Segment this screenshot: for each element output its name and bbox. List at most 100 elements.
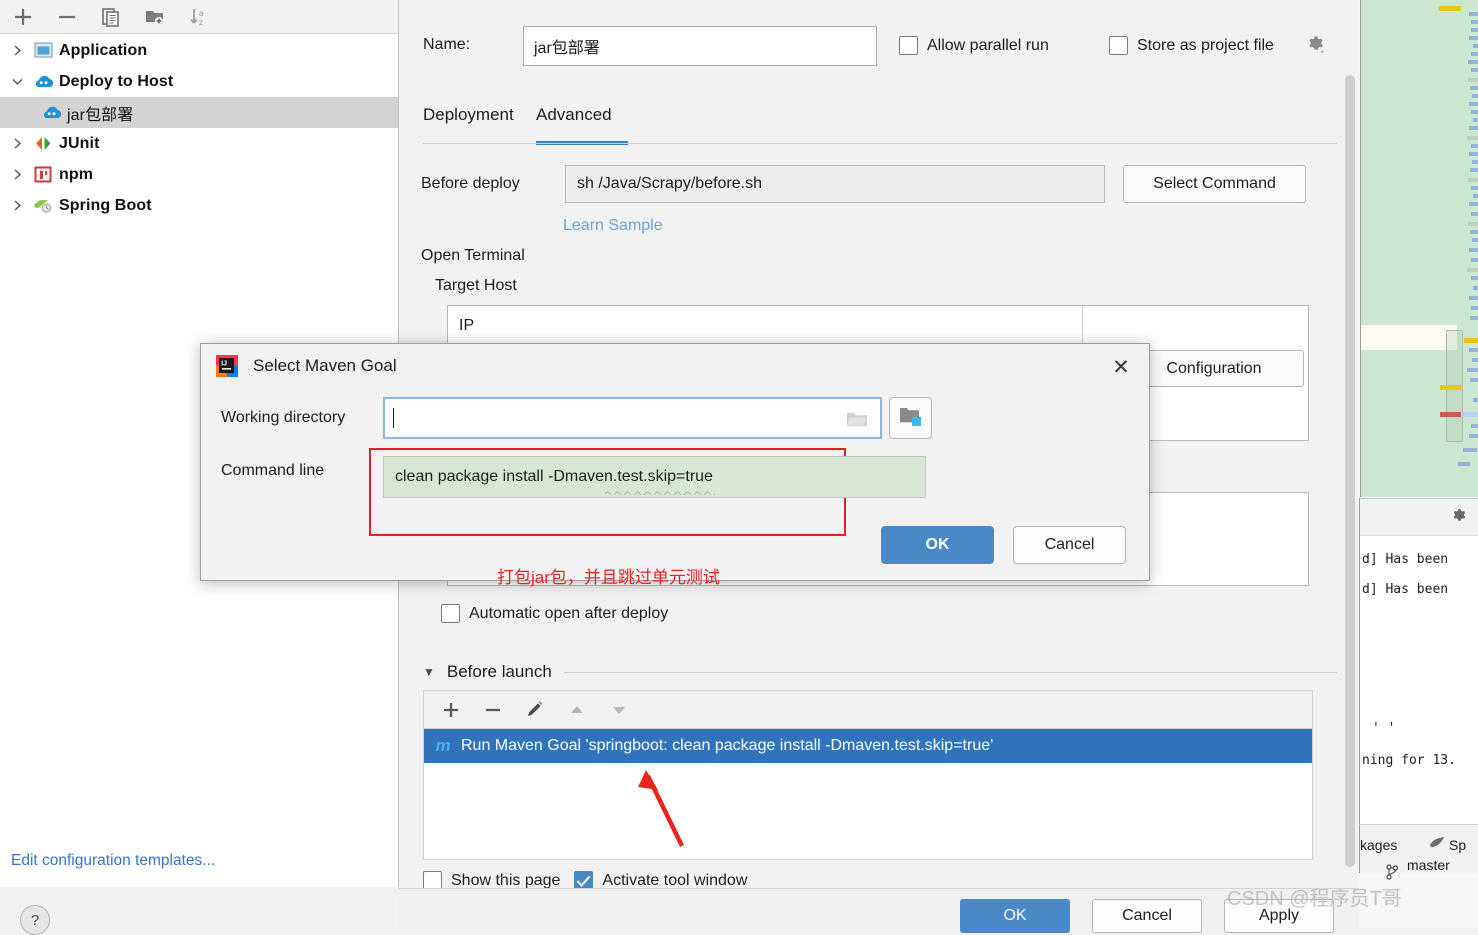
- select-command-button[interactable]: Select Command: [1123, 165, 1306, 203]
- dialog-title: Select Maven Goal: [253, 356, 397, 375]
- remove-task-icon[interactable]: [480, 697, 506, 723]
- sort-alphabetically-icon[interactable]: az: [182, 3, 216, 31]
- configuration-button[interactable]: Configuration: [1124, 350, 1304, 387]
- table-header-ip: IP: [459, 317, 475, 334]
- tree-item-label: npm: [59, 165, 94, 183]
- activate-tool-window-label: Activate tool window: [602, 871, 748, 889]
- target-host-label: Target Host: [435, 277, 517, 294]
- text-caret: [393, 408, 394, 428]
- tree-item-deploy-to-host[interactable]: Deploy to Host: [0, 66, 398, 97]
- before-launch-task-list[interactable]: m Run Maven Goal 'springboot: clean pack…: [423, 728, 1313, 860]
- before-deploy-label: Before deploy: [421, 175, 520, 192]
- chevron-down-icon[interactable]: [4, 75, 30, 88]
- allow-parallel-run-label: Allow parallel run: [927, 36, 1049, 54]
- before-launch-task-label: Run Maven Goal 'springboot: clean packag…: [461, 737, 994, 754]
- npm-icon: [30, 164, 56, 186]
- tab-advanced[interactable]: Advanced: [536, 105, 612, 135]
- console-line: d] Has been: [1362, 582, 1449, 597]
- console-toolbar: [1360, 499, 1478, 536]
- add-icon[interactable]: [6, 3, 40, 31]
- tree-item-label: JUnit: [59, 134, 100, 152]
- packages-label[interactable]: kages: [1360, 837, 1397, 853]
- gear-icon[interactable]: [1450, 507, 1469, 530]
- tab-deployment[interactable]: Deployment: [423, 105, 514, 135]
- automatic-open-after-deploy-checkbox[interactable]: Automatic open after deploy: [441, 604, 668, 623]
- spring-label[interactable]: Sp: [1449, 837, 1466, 853]
- working-directory-input[interactable]: [383, 397, 882, 439]
- store-as-project-file-label: Store as project file: [1137, 36, 1274, 54]
- folder-browse-icon[interactable]: [846, 410, 868, 433]
- intellij-idea-icon: IJ: [215, 354, 239, 378]
- maven-icon: m: [435, 736, 451, 755]
- tree-item-spring-boot[interactable]: Spring Boot: [0, 190, 398, 221]
- chevron-right-icon[interactable]: [4, 137, 30, 150]
- select-module-button[interactable]: [889, 397, 932, 439]
- edit-configuration-templates-link[interactable]: Edit configuration templates...: [11, 852, 215, 870]
- cloud-icon: [38, 102, 64, 124]
- before-launch-toolbar: [423, 690, 1313, 728]
- chevron-right-icon[interactable]: [4, 44, 30, 57]
- cloud-icon: [30, 71, 56, 93]
- tab-bar: Deployment Advanced: [423, 105, 1337, 145]
- sidebar-toolbar: az: [0, 0, 398, 34]
- help-icon[interactable]: ?: [20, 905, 50, 935]
- automatic-open-after-deploy-label: Automatic open after deploy: [469, 604, 669, 622]
- dialog-ok-button[interactable]: OK: [881, 526, 994, 564]
- checkbox-box[interactable]: [899, 36, 918, 55]
- close-icon[interactable]: ✕: [1109, 355, 1133, 379]
- dialog-cancel-button[interactable]: Cancel: [1013, 526, 1126, 564]
- tree-item-jar-deploy[interactable]: jar包部署: [0, 97, 398, 128]
- spring-boot-icon: [30, 195, 56, 217]
- tree-item-junit[interactable]: JUnit: [0, 128, 398, 159]
- editor-right-edge: d] Has been d] Has been ' ' ning for 13.…: [1359, 0, 1478, 928]
- tree-item-label: Application: [59, 41, 148, 59]
- store-as-project-file-checkbox[interactable]: Store as project file: [1109, 36, 1274, 55]
- before-launch-header: ▼ Before launch: [423, 660, 1337, 684]
- chevron-right-icon[interactable]: [4, 168, 30, 181]
- command-line-label: Command line: [221, 462, 325, 479]
- checkbox-box[interactable]: [441, 604, 460, 623]
- application-icon: [30, 40, 56, 62]
- dialog-titlebar: IJ Select Maven Goal: [215, 354, 397, 378]
- tree-item-label: Deploy to Host: [59, 72, 174, 90]
- name-input[interactable]: jar包部署: [523, 26, 877, 66]
- checkbox-box[interactable]: [1109, 36, 1128, 55]
- new-folder-icon[interactable]: [138, 3, 172, 31]
- main-panel-scrollbar[interactable]: [1343, 65, 1356, 867]
- git-branch-icon: [1386, 864, 1399, 884]
- copy-icon[interactable]: [94, 3, 128, 31]
- tree-item-npm[interactable]: npm: [0, 159, 398, 190]
- edit-task-icon[interactable]: [522, 697, 548, 723]
- console-line: ning for 13.: [1362, 753, 1456, 768]
- configuration-tree: Application Deploy to Host jar包部署 JUnit …: [0, 35, 398, 221]
- move-down-icon[interactable]: [606, 697, 632, 723]
- editor-minimap[interactable]: [1360, 0, 1478, 497]
- console-panel[interactable]: d] Has been d] Has been ' ' ning for 13.: [1359, 498, 1478, 824]
- tree-item-application[interactable]: Application: [0, 35, 398, 66]
- svg-text:a: a: [199, 9, 204, 18]
- chevron-right-icon[interactable]: [4, 199, 30, 212]
- svg-text:z: z: [199, 18, 203, 27]
- git-branch-label[interactable]: master: [1407, 857, 1450, 873]
- tab-divider: [423, 143, 1337, 144]
- add-task-icon[interactable]: [438, 697, 464, 723]
- select-maven-goal-dialog: IJ Select Maven Goal ✕ Working directory…: [200, 343, 1150, 581]
- move-up-icon[interactable]: [564, 697, 590, 723]
- console-line: ' ': [1372, 721, 1396, 736]
- tree-item-label: Spring Boot: [59, 196, 152, 214]
- status-bar: kages Sp master: [1359, 824, 1478, 880]
- learn-sample-link[interactable]: Learn Sample: [563, 217, 663, 235]
- allow-parallel-run-checkbox[interactable]: Allow parallel run: [899, 36, 1049, 55]
- before-launch-title: Before launch: [446, 662, 552, 681]
- remove-icon[interactable]: [50, 3, 84, 31]
- folder-module-icon: [899, 406, 923, 431]
- spellcheck-squiggle: [604, 482, 716, 497]
- gear-icon[interactable]: [1305, 34, 1327, 60]
- scrollbar-thumb[interactable]: [1345, 75, 1355, 867]
- collapse-triangle-icon[interactable]: ▼: [423, 665, 435, 679]
- before-deploy-input[interactable]: sh /Java/Scrapy/before.sh: [565, 165, 1105, 203]
- list-item[interactable]: m Run Maven Goal 'springboot: clean pack…: [424, 729, 1312, 763]
- tree-item-label: jar包部署: [67, 106, 134, 124]
- open-terminal-label: Open Terminal: [421, 247, 525, 264]
- junit-icon: [30, 133, 56, 155]
